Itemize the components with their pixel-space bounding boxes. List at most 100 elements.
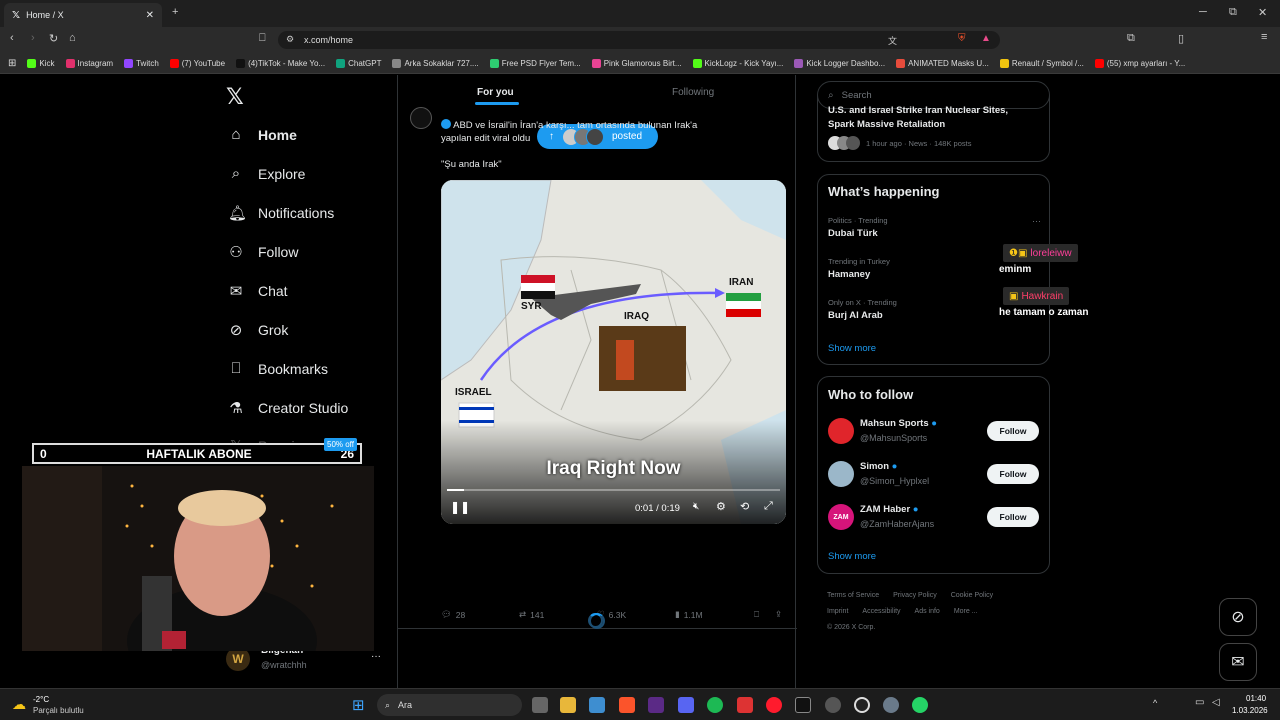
share-icon[interactable]: ⇪ bbox=[775, 609, 782, 620]
footer-link[interactable]: Cookie Policy bbox=[951, 588, 993, 604]
nav-item-notifications[interactable]: 🔔︎ Notifications bbox=[228, 204, 334, 222]
messages-float-button[interactable]: ✉ bbox=[1219, 643, 1257, 681]
video-progress-track[interactable] bbox=[447, 489, 780, 491]
bookmark-item[interactable]: ANIMATED Masks U... bbox=[896, 58, 989, 68]
taskbar-search[interactable]: ⌕ Ara bbox=[377, 694, 522, 716]
nav-item-grok[interactable]: ⊘ Grok bbox=[228, 321, 289, 339]
task-view-icon[interactable] bbox=[532, 697, 548, 713]
news-card[interactable]: U.S. and Israel Strike Iran Nuclear Site… bbox=[817, 95, 1050, 162]
start-icon[interactable]: ⊞ bbox=[352, 696, 365, 714]
weather-icon[interactable]: ☁ bbox=[12, 696, 26, 713]
bookmark-item[interactable]: (55) xmp ayarları - Y... bbox=[1094, 58, 1185, 68]
whatsapp-icon[interactable] bbox=[912, 697, 928, 713]
reply-stat[interactable]: 💬︎ 28 bbox=[441, 609, 465, 620]
capcut-icon[interactable] bbox=[795, 697, 811, 713]
nav-item-creator-studio[interactable]: ⚗ Creator Studio bbox=[228, 399, 348, 417]
follow-name[interactable]: ZAM Haber ● bbox=[860, 504, 919, 515]
repost-stat[interactable]: ⇄ 141 bbox=[519, 609, 544, 620]
avatar[interactable]: ZAM bbox=[828, 504, 854, 530]
follow-name[interactable]: Simon ● bbox=[860, 461, 897, 472]
close-tab-icon[interactable]: ✕ bbox=[146, 10, 154, 21]
footer-link[interactable]: Accessibility bbox=[862, 604, 900, 620]
clock-date[interactable]: 1.03.2026 bbox=[1232, 706, 1268, 715]
discord-icon[interactable] bbox=[678, 697, 694, 713]
volume-icon[interactable]: ◁ bbox=[1212, 697, 1220, 708]
forward-icon[interactable]: › bbox=[31, 32, 35, 44]
post-video[interactable]: IRAN SYR IRAQ ISRAEL Iraq Right Now ❚❚ 0… bbox=[441, 180, 786, 524]
maximize-icon[interactable]: ⧉ bbox=[1229, 6, 1237, 19]
tray-expand-icon[interactable]: ^ bbox=[1153, 698, 1157, 708]
pause-icon[interactable]: ❚❚ bbox=[450, 500, 470, 514]
home-browser-icon[interactable]: ⌂ bbox=[69, 32, 76, 44]
brave-icon[interactable] bbox=[619, 697, 635, 713]
footer-link[interactable]: More ... bbox=[954, 604, 978, 620]
x-logo-icon[interactable]: 𝕏 bbox=[226, 84, 244, 110]
bookmark-page-icon[interactable]: ⎕ bbox=[259, 32, 266, 45]
avatar[interactable] bbox=[828, 418, 854, 444]
show-more-trends-link[interactable]: Show more bbox=[828, 343, 876, 354]
bookmark-item[interactable]: ChatGPT bbox=[336, 58, 381, 68]
obs-icon[interactable] bbox=[854, 697, 870, 713]
tab-for-you[interactable]: For you bbox=[477, 87, 514, 98]
browser-tab[interactable]: 𝕏 Home / X ✕ bbox=[4, 3, 162, 27]
app-icon[interactable] bbox=[737, 697, 753, 713]
footer-link[interactable]: Privacy Policy bbox=[893, 588, 937, 604]
avatar[interactable] bbox=[828, 461, 854, 487]
bookmark-item[interactable]: Pink Glamorous Birt... bbox=[591, 58, 682, 68]
bookmark-item[interactable]: Arka Sokaklar 727.... bbox=[392, 58, 479, 68]
store-icon[interactable] bbox=[589, 697, 605, 713]
follow-name[interactable]: Mahsun Sports ● bbox=[860, 418, 937, 429]
account-more-icon[interactable]: ··· bbox=[371, 651, 381, 662]
trend-item[interactable]: Only on X · Trending Burj Al Arab bbox=[828, 298, 897, 321]
follow-button[interactable]: Follow bbox=[987, 421, 1039, 441]
menu-icon[interactable]: ≡ bbox=[1261, 31, 1267, 43]
follow-button[interactable]: Follow bbox=[987, 507, 1039, 527]
bookmark-item[interactable]: Renault / Symbol /... bbox=[999, 58, 1084, 68]
file-explorer-icon[interactable] bbox=[560, 697, 576, 713]
back-icon[interactable]: ‹ bbox=[10, 32, 14, 44]
weather-temp[interactable]: -2°C bbox=[33, 695, 49, 704]
chatgpt-icon[interactable] bbox=[825, 697, 841, 713]
trend-item[interactable]: Trending in Turkey Hamaney bbox=[828, 257, 890, 280]
close-window-icon[interactable]: ✕ bbox=[1258, 6, 1267, 19]
translate-icon[interactable]: 文 bbox=[888, 34, 897, 47]
url-text[interactable]: x.com/home bbox=[304, 35, 353, 45]
settings-app-icon[interactable] bbox=[883, 697, 899, 713]
footer-link[interactable]: Imprint bbox=[827, 604, 848, 620]
brave-shield-icon[interactable]: ⛨ bbox=[958, 33, 966, 44]
reload-icon[interactable]: ↻ bbox=[49, 32, 58, 45]
tab-following[interactable]: Following bbox=[672, 87, 714, 98]
bookmark-post-icon[interactable]: ⎕ bbox=[754, 609, 759, 620]
bookmark-item[interactable]: Instagram bbox=[65, 58, 113, 68]
clock-time[interactable]: 01:40 bbox=[1246, 694, 1266, 703]
show-more-follow-link[interactable]: Show more bbox=[828, 551, 876, 562]
mute-icon[interactable]: 🔇︎ bbox=[693, 501, 699, 512]
minimize-icon[interactable]: ─ bbox=[1199, 6, 1207, 18]
bookmark-item[interactable]: Kick bbox=[27, 58, 55, 68]
post-author-avatar[interactable] bbox=[410, 107, 432, 129]
loop-icon[interactable]: ⟲ bbox=[740, 500, 749, 513]
address-bar[interactable]: ⚙ x.com/home 文 ⛨ ▲ bbox=[278, 31, 1000, 49]
views-stat[interactable]: ▮ 1.1M bbox=[675, 609, 703, 620]
footer-link[interactable]: Terms of Service bbox=[827, 588, 879, 604]
spotify-icon[interactable] bbox=[707, 697, 723, 713]
trend-more-icon[interactable]: ··· bbox=[1032, 216, 1041, 226]
site-info-icon[interactable]: ⚙ bbox=[286, 34, 294, 45]
bookmark-item[interactable]: (7) YouTube bbox=[169, 58, 225, 68]
fullscreen-icon[interactable]: ⤢ bbox=[764, 500, 773, 513]
new-tab-icon[interactable]: + bbox=[172, 6, 178, 18]
bookmark-item[interactable]: KickLogz - Kick Yayı... bbox=[692, 58, 783, 68]
bookmark-item[interactable]: (4)TikTok - Make Yo... bbox=[236, 58, 325, 68]
nav-item-home[interactable]: ⌂ Home bbox=[228, 126, 296, 143]
opera-icon[interactable] bbox=[766, 697, 782, 713]
nav-item-explore[interactable]: ⌕ Explore bbox=[228, 165, 306, 182]
nav-item-chat[interactable]: ✉ Chat bbox=[228, 282, 288, 300]
nav-item-bookmarks[interactable]: ⎕ Bookmarks bbox=[228, 360, 328, 377]
grok-float-button[interactable]: ⊘ bbox=[1219, 598, 1257, 636]
bookmark-item[interactable]: Free PSD Flyer Tem... bbox=[489, 58, 581, 68]
bookmark-item[interactable]: Kick Logger Dashbo... bbox=[794, 58, 885, 68]
footer-link[interactable]: Ads info bbox=[915, 604, 940, 620]
extensions-icon[interactable]: ⧉ bbox=[1127, 32, 1135, 45]
app-icon[interactable] bbox=[648, 697, 664, 713]
settings-icon[interactable]: ⚙ bbox=[716, 500, 726, 513]
